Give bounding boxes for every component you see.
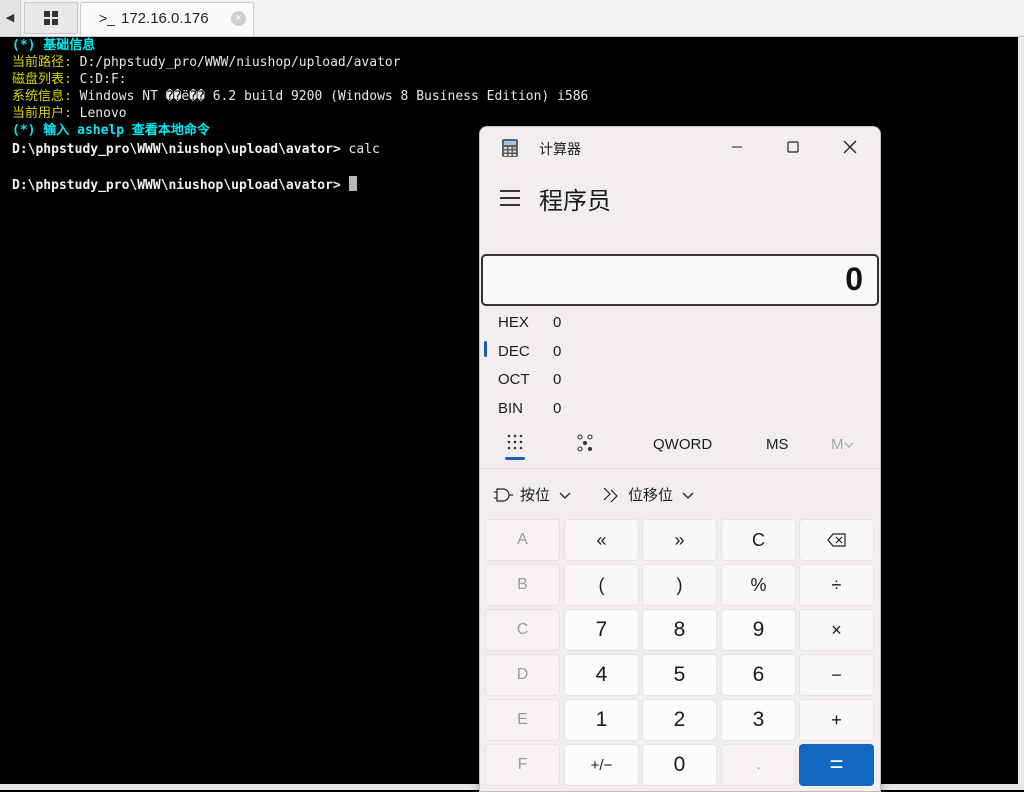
- radix-dec-button[interactable]: DEC: [498, 343, 530, 360]
- bitshift-menu-button[interactable]: 位移位: [602, 484, 694, 505]
- key-2[interactable]: 2: [642, 699, 717, 741]
- key-0[interactable]: 0: [642, 744, 717, 786]
- terminal-label: 磁盘列表:: [12, 72, 72, 87]
- key-8[interactable]: 8: [642, 609, 717, 651]
- keypad-tab-indicator: [505, 457, 525, 460]
- key-hex-d[interactable]: D: [485, 654, 560, 696]
- key-multiply[interactable]: ×: [799, 609, 874, 651]
- minimize-button[interactable]: [714, 131, 760, 163]
- grid-icon: [44, 11, 58, 25]
- terminal-value: Lenovo: [71, 106, 127, 121]
- key-9[interactable]: 9: [721, 609, 796, 651]
- terminal-value: D:/phpstudy_pro/WWW/niushop/upload/avato…: [71, 55, 401, 70]
- minimize-icon: [732, 146, 742, 148]
- key-negate[interactable]: +/−: [564, 744, 639, 786]
- calculator-display: 0: [481, 254, 879, 306]
- hamburger-menu-icon[interactable]: [500, 190, 520, 211]
- radix-hex-value: 0: [553, 314, 562, 331]
- terminal-icon: >_: [99, 10, 115, 26]
- close-button[interactable]: [827, 131, 873, 163]
- key-hex-f[interactable]: F: [485, 744, 560, 786]
- chevron-down-icon: [559, 492, 571, 499]
- key-3[interactable]: 3: [721, 699, 796, 741]
- terminal-value: Windows NT ��ë�� 6.2 build 9200 (Windows…: [71, 89, 589, 104]
- terminal-cursor: [348, 176, 357, 191]
- calculator-window[interactable]: 计算器 程序员 0 HEX 0 DEC 0 OCT 0 BIN 0 QWORD …: [479, 126, 881, 792]
- tab-title: 172.16.0.176: [121, 10, 209, 27]
- key-hex-c[interactable]: C: [485, 609, 560, 651]
- backspace-icon: [826, 533, 846, 547]
- bitwise-label: 按位: [520, 487, 551, 504]
- key-right-shift[interactable]: »: [642, 519, 717, 561]
- key-decimal[interactable]: .: [721, 744, 796, 786]
- key-1[interactable]: 1: [564, 699, 639, 741]
- radix-oct-value: 0: [553, 371, 562, 388]
- terminal-line-help-hint: (*) 输入 ashelp 查看本地命令: [12, 123, 210, 138]
- logic-gate-icon: [494, 487, 513, 502]
- bit-shift-icon: [603, 487, 618, 502]
- radix-dec-value: 0: [553, 343, 562, 360]
- radix-bin-button[interactable]: BIN: [498, 400, 523, 417]
- key-6[interactable]: 6: [721, 654, 796, 696]
- memory-menu-button[interactable]: M: [831, 436, 854, 453]
- maximize-icon: [787, 141, 799, 153]
- terminal-label: 当前路径:: [12, 55, 72, 70]
- selected-radix-indicator: [484, 341, 487, 357]
- terminal-line-disks: 磁盘列表: C:D:F:: [12, 71, 127, 88]
- tab-terminal-session[interactable]: >_ 172.16.0.176 ×: [80, 2, 254, 36]
- key-hex-b[interactable]: B: [485, 564, 560, 606]
- key-equals[interactable]: =: [799, 744, 874, 786]
- key-clear[interactable]: C: [721, 519, 796, 561]
- key-backspace[interactable]: [799, 519, 874, 561]
- window-right-border: [1018, 37, 1024, 790]
- key-divide[interactable]: ÷: [799, 564, 874, 606]
- calculator-window-title: 计算器: [539, 141, 581, 157]
- bit-toggling-keypad-icon[interactable]: [576, 434, 594, 452]
- word-size-button[interactable]: QWORD: [653, 436, 712, 453]
- terminal-line-user: 当前用户: Lenovo: [12, 105, 127, 122]
- chevron-down-icon: [844, 442, 853, 448]
- key-hex-e[interactable]: E: [485, 699, 560, 741]
- key-minus[interactable]: −: [799, 654, 874, 696]
- chevron-down-icon: [682, 492, 694, 499]
- tab-bar: ◀ >_ 172.16.0.176 ×: [0, 0, 1024, 37]
- radix-oct-button[interactable]: OCT: [498, 371, 530, 388]
- calculator-app-icon: [502, 139, 518, 157]
- terminal-line-path: 当前路径: D:/phpstudy_pro/WWW/niushop/upload…: [12, 54, 401, 71]
- terminal-command: calc: [348, 142, 380, 157]
- terminal-value: C:D:F:: [71, 72, 127, 87]
- key-percent[interactable]: %: [721, 564, 796, 606]
- memory-menu-label: M: [831, 436, 844, 453]
- terminal-prompt: D:\phpstudy_pro\WWW\niushop\upload\avato…: [12, 178, 349, 193]
- divider: [480, 468, 880, 469]
- terminal-line-section-header: (*) 基础信息: [12, 38, 96, 53]
- calculator-mode-title: 程序员: [539, 188, 611, 215]
- key-left-paren[interactable]: (: [564, 564, 639, 606]
- terminal-line-system: 系统信息: Windows NT ��ë�� 6.2 build 9200 (W…: [12, 88, 588, 105]
- key-left-shift[interactable]: «: [564, 519, 639, 561]
- terminal-label: 系统信息:: [12, 89, 72, 104]
- key-4[interactable]: 4: [564, 654, 639, 696]
- key-plus[interactable]: +: [799, 699, 874, 741]
- tab-close-icon[interactable]: ×: [231, 11, 246, 26]
- terminal-prompt: D:\phpstudy_pro\WWW\niushop\upload\avato…: [12, 142, 349, 157]
- terminal-line-command: D:\phpstudy_pro\WWW\niushop\upload\avato…: [12, 141, 380, 158]
- terminal-line-current-prompt: D:\phpstudy_pro\WWW\niushop\upload\avato…: [12, 176, 357, 194]
- tab-scroll-left-button[interactable]: ◀: [0, 0, 21, 36]
- memory-store-button[interactable]: MS: [766, 436, 789, 453]
- bitshift-label: 位移位: [628, 487, 674, 504]
- terminal-label: 当前用户:: [12, 106, 72, 121]
- display-value: 0: [845, 261, 863, 297]
- key-7[interactable]: 7: [564, 609, 639, 651]
- tab-overview-button[interactable]: [24, 2, 78, 34]
- full-keypad-icon[interactable]: [506, 433, 524, 451]
- radix-bin-value: 0: [553, 400, 562, 417]
- maximize-button[interactable]: [770, 131, 816, 163]
- radix-hex-button[interactable]: HEX: [498, 314, 529, 331]
- key-right-paren[interactable]: ): [642, 564, 717, 606]
- key-5[interactable]: 5: [642, 654, 717, 696]
- close-icon: [843, 140, 857, 154]
- bitwise-menu-button[interactable]: 按位: [494, 484, 571, 505]
- key-hex-a[interactable]: A: [485, 519, 560, 561]
